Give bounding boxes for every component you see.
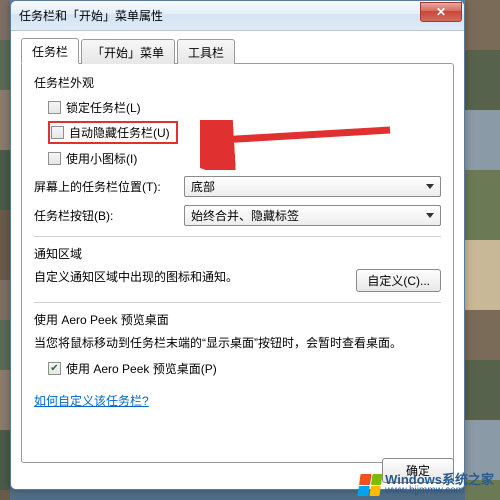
window-title: 任务栏和「开始」菜单属性 [19, 7, 420, 24]
group-appearance-title: 任务栏外观 [34, 74, 441, 91]
combo-taskbar-buttons[interactable]: 始终合并、隐藏标签 [184, 205, 441, 226]
tab-toolbars[interactable]: 工具栏 [177, 39, 235, 64]
row-notification-desc: 自定义通知区域中出现的图标和通知。 自定义(C)... [34, 268, 441, 292]
text-notification-desc: 自定义通知区域中出现的图标和通知。 [34, 268, 238, 286]
windows-logo-icon [358, 474, 383, 496]
label-taskbar-position: 屏幕上的任务栏位置(T): [34, 178, 184, 195]
titlebar: 任务栏和「开始」菜单属性 ✕ [11, 1, 464, 31]
tab-startmenu[interactable]: 「开始」菜单 [81, 39, 175, 64]
link-how-to-customize-label: 如何自定义该任务栏? [34, 394, 149, 408]
row-taskbar-buttons: 任务栏按钮(B): 始终合并、隐藏标签 [34, 205, 441, 226]
group-aeropeek-title: 使用 Aero Peek 预览桌面 [34, 311, 441, 328]
tabstrip: 任务栏 「开始」菜单 工具栏 [21, 39, 454, 63]
customize-button-label: 自定义(C)... [367, 274, 430, 288]
checkbox-aeropeek[interactable]: ✔ [48, 362, 61, 375]
tab-taskbar-label: 任务栏 [32, 45, 68, 59]
combo-taskbar-position[interactable]: 底部 [184, 176, 441, 197]
divider-2 [34, 302, 441, 303]
combo-taskbar-position-value: 底部 [191, 178, 215, 195]
chevron-down-icon [426, 213, 434, 218]
checkbox-small-icons[interactable] [48, 152, 61, 165]
row-taskbar-position: 屏幕上的任务栏位置(T): 底部 [34, 176, 441, 197]
label-aeropeek: 使用 Aero Peek 预览桌面(P) [66, 360, 217, 377]
tab-startmenu-label: 「开始」菜单 [92, 46, 164, 60]
label-autohide-taskbar: 自动隐藏任务栏(U) [69, 124, 170, 141]
row-lock-taskbar: 锁定任务栏(L) [48, 97, 441, 117]
divider-1 [34, 236, 441, 237]
customize-button[interactable]: 自定义(C)... [356, 269, 441, 292]
tab-toolbars-label: 工具栏 [188, 46, 224, 60]
label-lock-taskbar: 锁定任务栏(L) [66, 99, 141, 116]
label-taskbar-buttons: 任务栏按钮(B): [34, 207, 184, 224]
tabpanel-taskbar: 任务栏外观 锁定任务栏(L) 自动隐藏任务栏(U) 使用小图标(I) [21, 63, 454, 463]
watermark-text: Windows系统之家 www.bjjmmw.com [385, 473, 494, 496]
link-how-to-customize[interactable]: 如何自定义该任务栏? [34, 394, 149, 408]
close-button[interactable]: ✕ [420, 2, 462, 22]
client-area: 任务栏 「开始」菜单 工具栏 任务栏外观 锁定任务栏(L) 自动隐藏任务栏(U) [11, 31, 464, 489]
row-autohide-taskbar: 自动隐藏任务栏(U) [48, 121, 441, 144]
bg-left-strip [0, 0, 10, 500]
group-notification-title: 通知区域 [34, 245, 441, 262]
watermark: Windows系统之家 www.bjjmmw.com [359, 473, 494, 496]
text-aeropeek-desc: 当您将鼠标移动到任务栏末端的“显示桌面”按钮时，会暂时查看桌面。 [34, 334, 441, 352]
highlight-autohide: 自动隐藏任务栏(U) [48, 121, 178, 144]
combo-taskbar-buttons-value: 始终合并、隐藏标签 [191, 207, 299, 224]
check-icon: ✔ [50, 363, 58, 374]
dialog-window: 任务栏和「开始」菜单属性 ✕ 任务栏 「开始」菜单 工具栏 任务栏外观 锁定任务… [10, 0, 465, 490]
close-icon: ✕ [436, 5, 446, 19]
row-small-icons: 使用小图标(I) [48, 148, 441, 168]
checkbox-autohide-taskbar[interactable] [51, 126, 64, 139]
checkbox-lock-taskbar[interactable] [48, 101, 61, 114]
watermark-line2: www.bjjmmw.com [385, 486, 494, 496]
label-small-icons: 使用小图标(I) [66, 150, 137, 167]
row-aeropeek-checkbox: ✔ 使用 Aero Peek 预览桌面(P) [48, 358, 441, 378]
tab-taskbar[interactable]: 任务栏 [21, 38, 79, 64]
chevron-down-icon [426, 184, 434, 189]
bg-right-strip [465, 0, 500, 500]
